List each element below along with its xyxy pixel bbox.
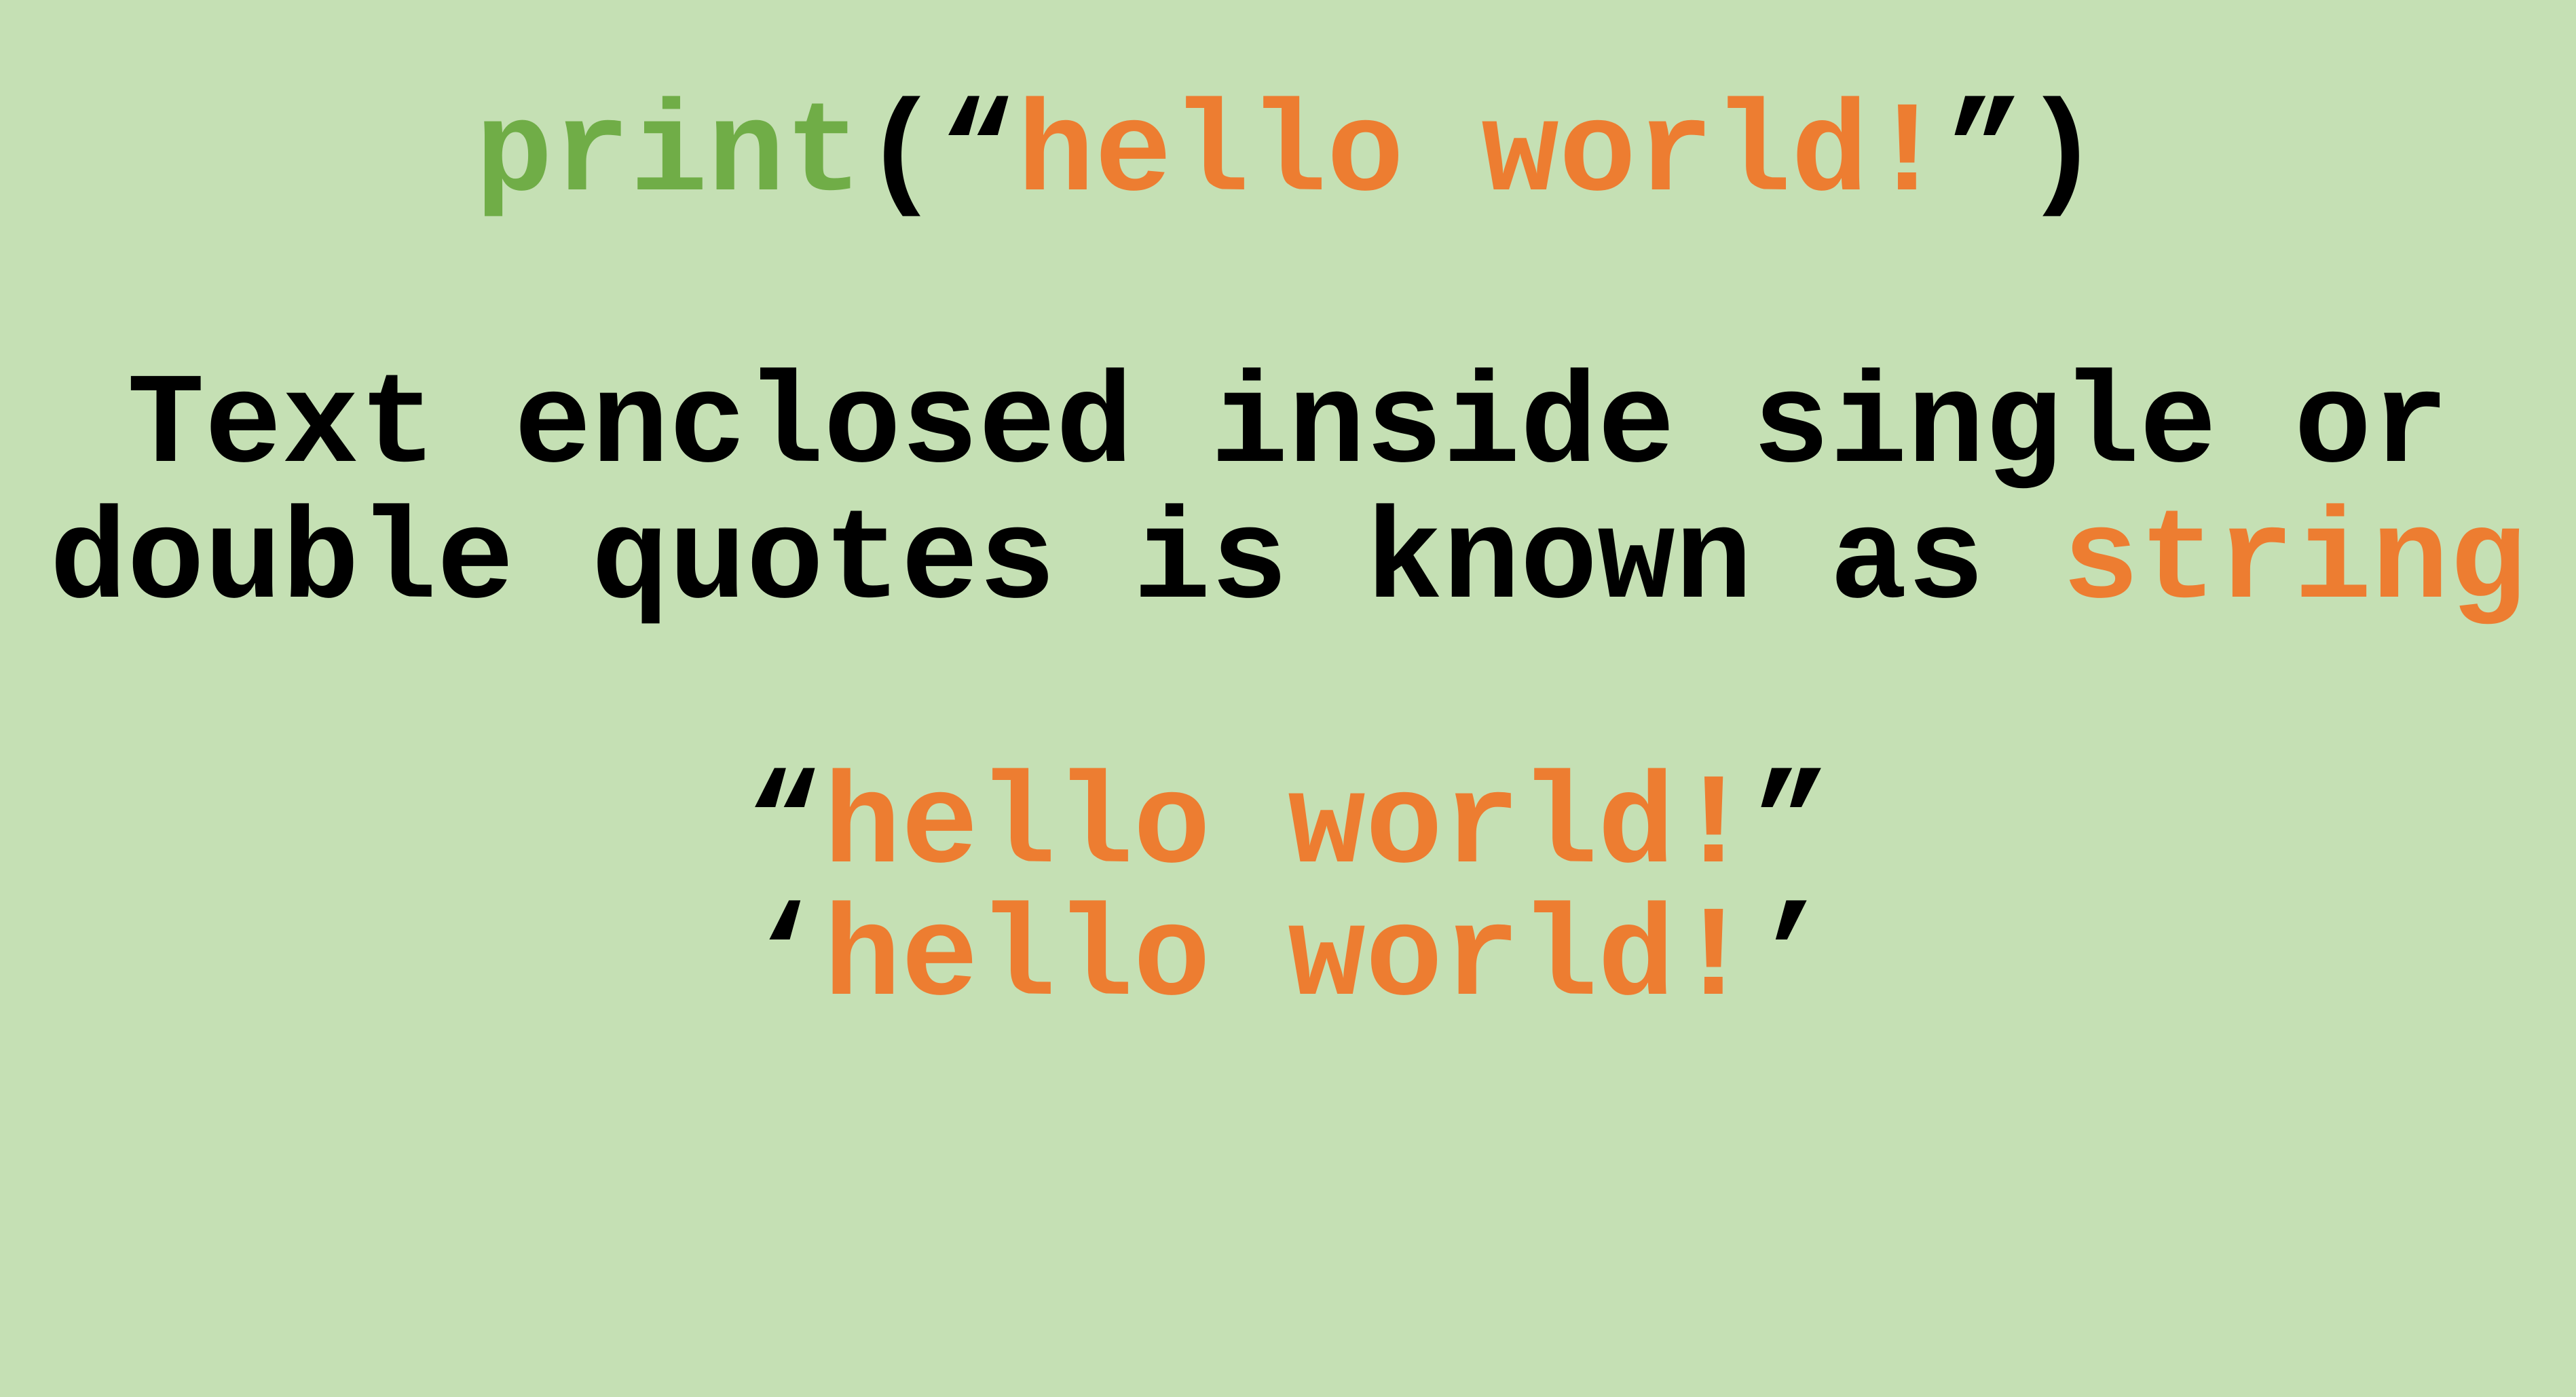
- print-function-name: print: [475, 83, 863, 229]
- explanation-line-1: Text enclosed inside single or: [127, 354, 2449, 500]
- print-string-literal: hello world!: [1017, 83, 1946, 229]
- double-close-quote: ”: [1752, 755, 1830, 901]
- single-quote-string: hello world!: [823, 887, 1753, 1033]
- single-close-quote: ’: [1752, 887, 1830, 1033]
- close-quote-paren: ”): [1945, 83, 2101, 229]
- print-code-line: print(“hello world!”): [0, 92, 2576, 221]
- double-quote-example: “hello world!”: [0, 764, 2576, 893]
- explanation-line-2-text: double quotes is known as: [50, 490, 2062, 636]
- double-quote-string: hello world!: [823, 755, 1753, 901]
- string-keyword: string: [2061, 490, 2526, 636]
- explanation-line-2: double quotes is known as string: [0, 499, 2576, 628]
- double-open-quote: “: [746, 755, 824, 901]
- open-paren-quote: (“: [862, 83, 1018, 229]
- single-open-quote: ‘: [746, 887, 824, 1033]
- single-quote-example: ‘hello world!’: [0, 896, 2576, 1025]
